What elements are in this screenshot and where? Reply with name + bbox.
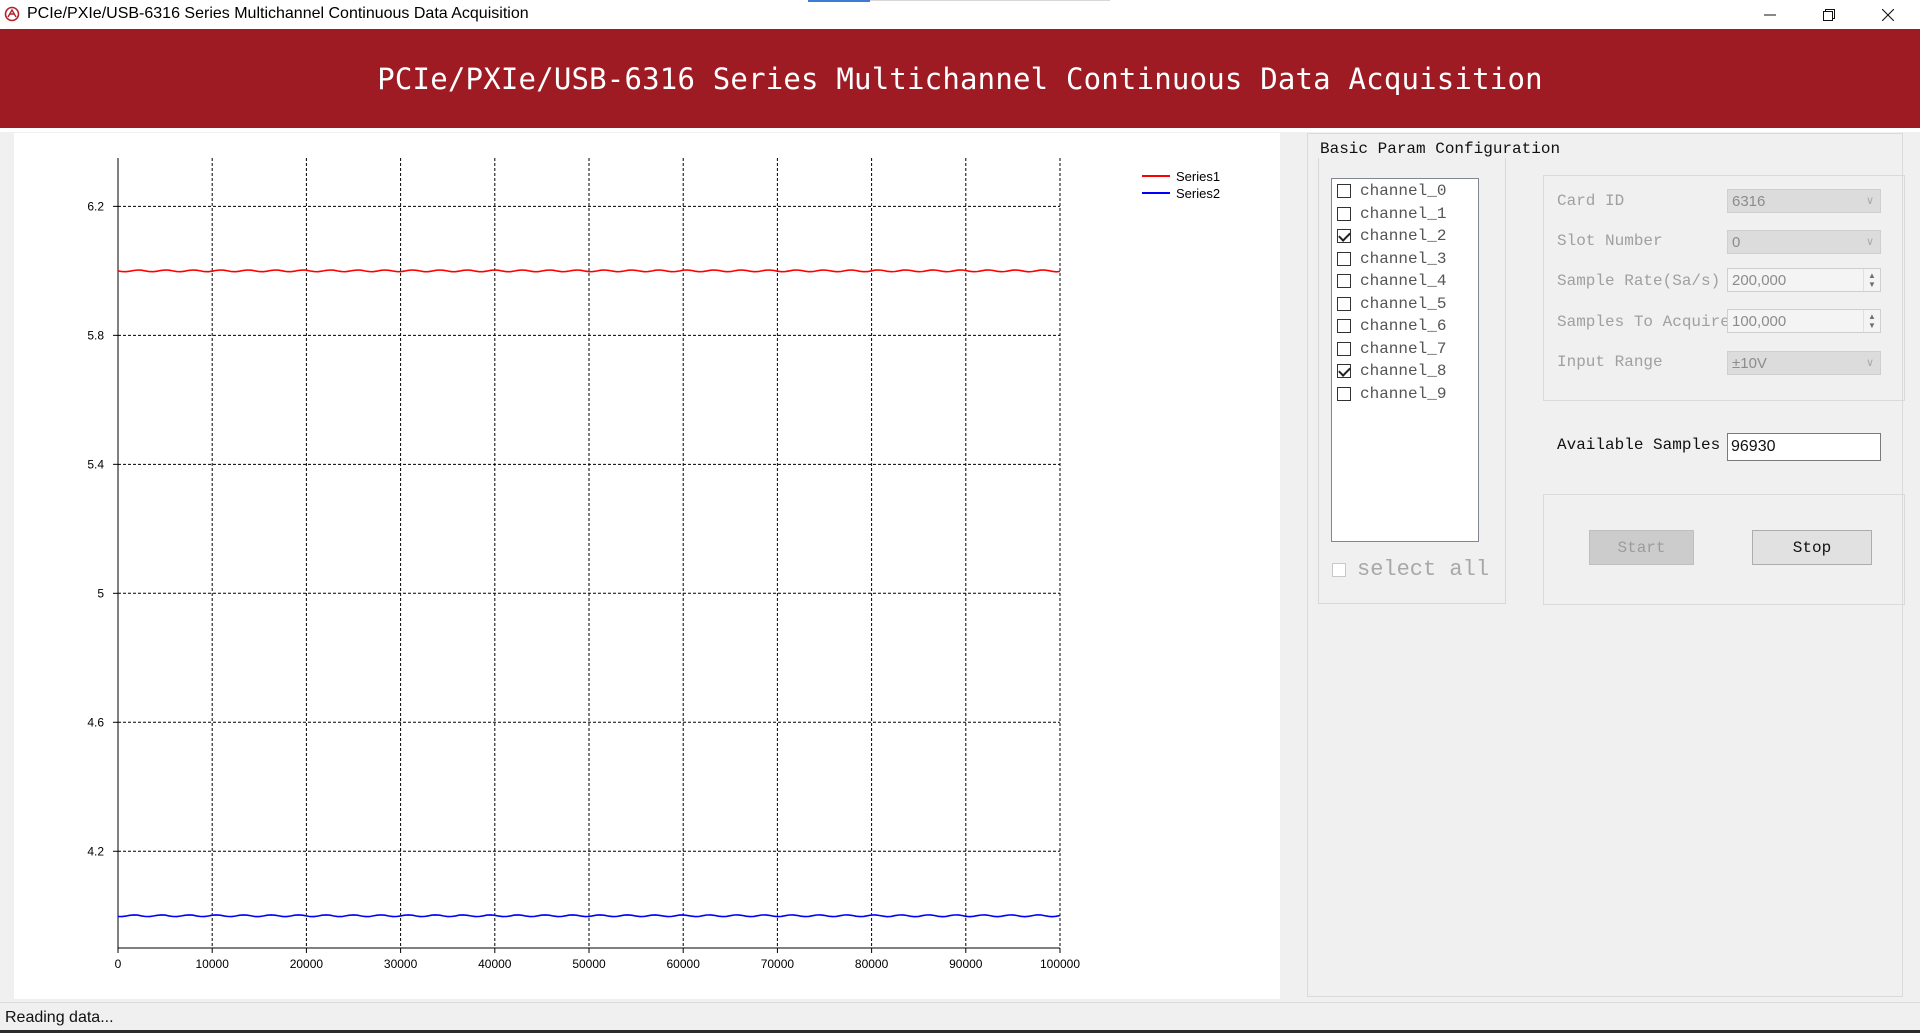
start-button[interactable]: Start: [1589, 530, 1694, 565]
channel-checkbox[interactable]: [1337, 386, 1351, 401]
channel-item[interactable]: channel_5: [1337, 294, 1446, 314]
samples-to-acquire-label: Samples To Acquire: [1557, 313, 1730, 331]
x-tick-label: 100000: [1040, 957, 1080, 971]
channel-item[interactable]: channel_7: [1337, 339, 1446, 359]
x-tick-label: 40000: [478, 957, 512, 971]
banner-title: PCIe/PXIe/USB-6316 Series Multichannel C…: [377, 61, 1543, 96]
input-range-select[interactable]: ±10V ∨: [1727, 351, 1881, 375]
channel-checkbox[interactable]: [1337, 296, 1351, 311]
sample-rate-value: 200,000: [1732, 271, 1787, 289]
channel-label: channel_4: [1360, 272, 1447, 290]
available-samples-label: Available Samples: [1557, 436, 1721, 454]
y-tick-label: 6.2: [87, 199, 104, 213]
available-samples-field[interactable]: 96930: [1727, 433, 1881, 461]
channel-item[interactable]: channel_9: [1337, 384, 1446, 404]
channel-item[interactable]: channel_3: [1337, 249, 1446, 269]
select-all-label: select all: [1357, 557, 1490, 582]
banner-divider: [0, 128, 1920, 132]
channel-checkbox[interactable]: [1337, 341, 1351, 356]
channel-label: channel_2: [1360, 227, 1447, 245]
channel-label: channel_0: [1360, 182, 1447, 200]
restore-icon: [1823, 8, 1835, 21]
channel-label: channel_9: [1360, 384, 1447, 403]
window-title: PCIe/PXIe/USB-6316 Series Multichannel C…: [27, 5, 529, 22]
channel-item[interactable]: channel_8: [1337, 361, 1446, 381]
status-text: Reading data...: [5, 1009, 114, 1026]
x-tick-label: 10000: [196, 957, 230, 971]
x-tick-label: 90000: [949, 957, 983, 971]
spin-arrows-icon[interactable]: ▲ ▼: [1863, 310, 1880, 332]
channel-checkbox[interactable]: [1337, 251, 1351, 266]
card-id-select[interactable]: 6316 ∨: [1727, 189, 1881, 213]
channel-label: channel_3: [1360, 249, 1447, 268]
channel-item[interactable]: channel_6: [1337, 316, 1446, 336]
chart-panel: 0 10000 20000 30000 40000 50000 60000 70000 8000…: [14, 133, 1280, 999]
legend-label: Series1: [1176, 169, 1220, 184]
status-bar: Reading data...: [0, 1002, 1920, 1033]
spin-arrows-icon[interactable]: ▲ ▼: [1863, 269, 1880, 291]
title-bar: PCIe/PXIe/USB-6316 Series Multichannel C…: [0, 0, 1920, 29]
channel-checkbox[interactable]: [1337, 206, 1351, 221]
x-tick-label: 70000: [761, 957, 795, 971]
channel-checkbox[interactable]: [1337, 229, 1351, 243]
card-id-label: Card ID: [1557, 192, 1625, 210]
chevron-down-icon: ∨: [1865, 236, 1874, 248]
input-range-value: ±10V: [1732, 354, 1767, 372]
x-tick-label: 50000: [572, 957, 606, 971]
channel-label: channel_7: [1360, 339, 1447, 358]
close-icon: [1882, 8, 1894, 21]
x-tick-label: 0: [115, 957, 122, 971]
channel-label: channel_5: [1360, 294, 1447, 313]
samples-to-acquire-value: 100,000: [1732, 312, 1787, 330]
channel-checkbox[interactable]: [1337, 364, 1351, 378]
input-range-label: Input Range: [1557, 353, 1663, 371]
title-bar-accent: [808, 0, 870, 2]
select-all-checkbox[interactable]: select all: [1332, 557, 1489, 582]
slot-number-value: 0: [1732, 233, 1741, 251]
x-tick-label: 80000: [855, 957, 889, 971]
minimize-button[interactable]: [1741, 0, 1799, 29]
channel-checkbox[interactable]: [1337, 274, 1351, 288]
legend-label: Series2: [1176, 186, 1220, 201]
channel-list[interactable]: channel_0 channel_1 channel_2 channel_3chan…: [1331, 178, 1479, 542]
select-all-box[interactable]: [1332, 562, 1346, 577]
slot-number-select[interactable]: 0 ∨: [1727, 230, 1881, 254]
y-tick-label: 5: [97, 586, 104, 600]
title-bar-divider: [870, 0, 1110, 1]
card-id-value: 6316: [1732, 192, 1766, 210]
restore-button[interactable]: [1800, 0, 1858, 29]
channel-item[interactable]: channel_4: [1337, 271, 1446, 291]
minimize-icon: [1764, 14, 1776, 15]
samples-to-acquire-input[interactable]: 100,000 ▲ ▼: [1727, 309, 1881, 333]
channel-checkbox[interactable]: [1337, 319, 1351, 333]
stop-button[interactable]: Stop: [1752, 530, 1872, 565]
channel-label: channel_6: [1360, 317, 1447, 335]
x-tick-label: 20000: [290, 957, 324, 971]
channel-label: channel_8: [1360, 362, 1447, 380]
header-banner: PCIe/PXIe/USB-6316 Series Multichannel C…: [0, 29, 1920, 128]
close-button[interactable]: [1859, 0, 1917, 29]
app-logo-icon: [4, 6, 20, 22]
chevron-down-icon: ∨: [1865, 357, 1874, 369]
channel-item[interactable]: channel_1: [1337, 204, 1446, 224]
channel-item[interactable]: channel_0: [1337, 181, 1446, 201]
x-tick-label: 60000: [667, 957, 701, 971]
chevron-down-icon: ∨: [1865, 195, 1874, 207]
channel-checkbox[interactable]: [1337, 184, 1351, 198]
config-group-title: Basic Param Configuration: [1318, 140, 1563, 158]
y-tick-label: 5.4: [87, 457, 104, 471]
y-tick-label: 4.6: [87, 715, 104, 729]
channel-item[interactable]: channel_2: [1337, 226, 1446, 246]
x-tick-label: 30000: [384, 957, 418, 971]
slot-number-label: Slot Number: [1557, 232, 1663, 250]
sample-rate-input[interactable]: 200,000 ▲ ▼: [1727, 268, 1881, 292]
line-chart: 0 10000 20000 30000 40000 50000 60000 70000 8000…: [87, 158, 1220, 971]
y-tick-label: 5.8: [87, 328, 104, 342]
channel-label: channel_1: [1360, 204, 1447, 223]
y-tick-label: 4.2: [87, 844, 104, 858]
sample-rate-label: Sample Rate(Sa/s): [1557, 272, 1721, 290]
